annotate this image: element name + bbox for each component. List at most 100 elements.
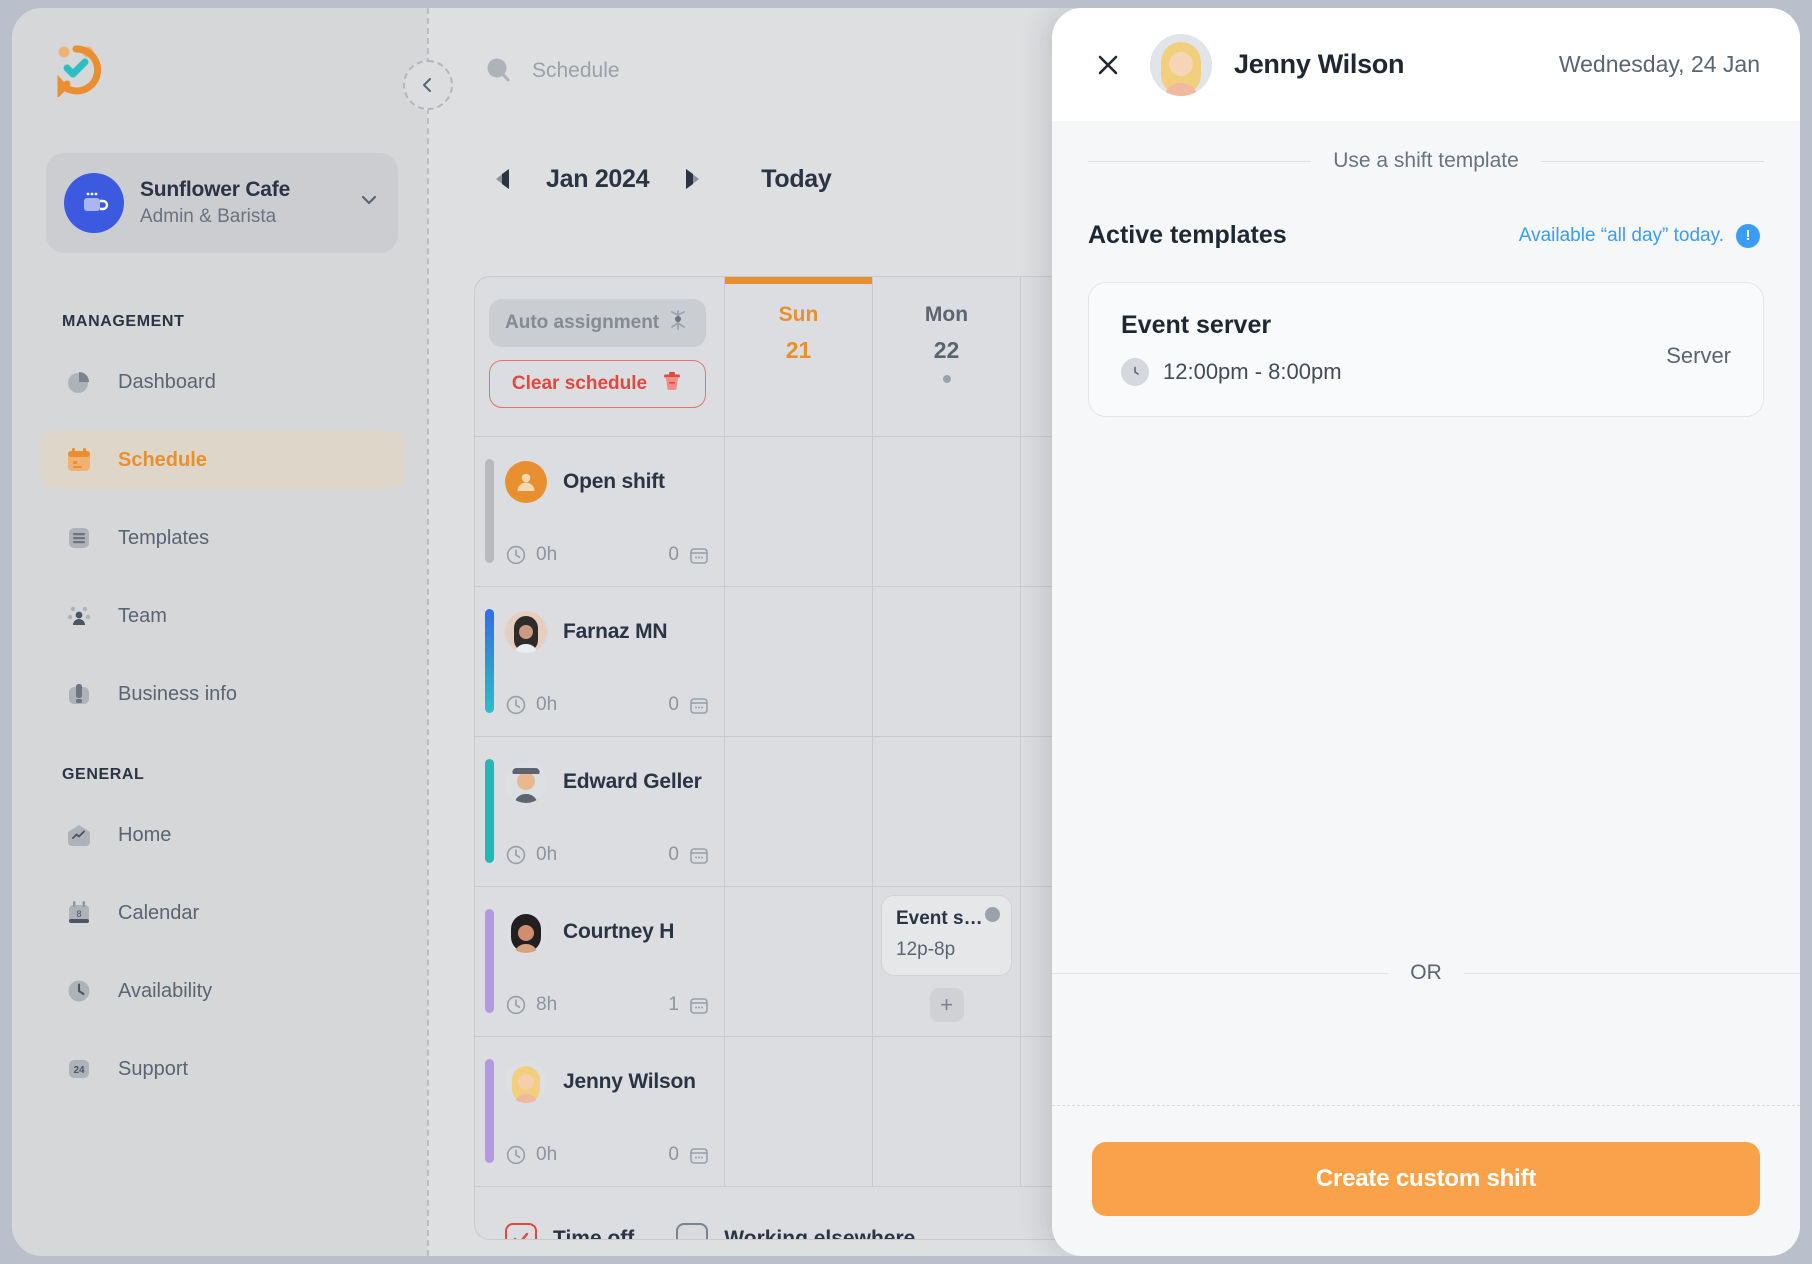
day-column-header-mon[interactable]: Mon 22 — [873, 277, 1021, 436]
sidebar-item-availability[interactable]: Availability — [40, 962, 405, 1020]
shifts-count: 0 — [668, 844, 679, 866]
search-input[interactable]: Schedule — [532, 59, 620, 83]
template-card-event-server[interactable]: Event server 12:00pm - 8:00pm Server — [1088, 282, 1764, 417]
collapse-sidebar-button[interactable] — [403, 60, 453, 110]
sidebar-item-calendar[interactable]: 8 Calendar — [40, 884, 405, 942]
sidebar-item-dashboard[interactable]: Dashboard — [40, 353, 405, 411]
org-name: Sunflower Cafe — [140, 178, 352, 202]
drawer-date: Wednesday, 24 Jan — [1559, 51, 1760, 78]
schedule-cell[interactable] — [873, 587, 1021, 736]
prev-month-button[interactable] — [482, 156, 528, 202]
availability-note-link[interactable]: Available “all day” today. ! — [1519, 224, 1760, 248]
current-month-label: Jan 2024 — [546, 165, 649, 194]
shifts-count: 0 — [668, 694, 679, 716]
row-color-bar — [485, 759, 494, 863]
day-status-dot — [943, 375, 951, 383]
sidebar-item-label: Templates — [118, 527, 209, 550]
schedule-cell[interactable] — [873, 437, 1021, 586]
search-bar[interactable]: Schedule — [482, 54, 620, 88]
hours-value: 0h — [536, 844, 557, 866]
clear-schedule-button[interactable]: Clear schedule — [489, 360, 706, 408]
schedule-cell[interactable]: Event s… 12p-8p + — [873, 887, 1021, 1036]
info-icon[interactable]: ! — [1736, 224, 1760, 248]
person-name: Edward Geller — [563, 770, 702, 794]
create-custom-shift-button[interactable]: Create custom shift — [1092, 1142, 1760, 1216]
app-window: Sunflower Cafe Admin & Barista MANAGEMEN… — [12, 8, 1800, 1256]
org-role: Admin & Barista — [140, 206, 352, 228]
avatar — [505, 911, 547, 953]
avatar — [505, 1061, 547, 1103]
calendar-icon — [688, 544, 710, 566]
row-person-courtney-h[interactable]: Courtney H 8h 1 — [475, 887, 725, 1036]
hours-value: 0h — [536, 1144, 557, 1166]
shifts-stat: 0 — [668, 844, 710, 866]
schedule-cell[interactable] — [725, 887, 873, 1036]
nav-section-title-general: GENERAL — [12, 766, 427, 784]
org-switcher[interactable]: Sunflower Cafe Admin & Barista — [46, 153, 398, 253]
day-number: 21 — [786, 337, 812, 364]
add-shift-button[interactable]: + — [930, 988, 964, 1022]
row-person-edward-geller[interactable]: Edward Geller 0h 0 — [475, 737, 725, 886]
row-person-farnaz-mn[interactable]: Farnaz MN 0h 0 — [475, 587, 725, 736]
sidebar-item-business-info[interactable]: Business info — [40, 665, 405, 723]
auto-assignment-button[interactable]: Auto assignment — [489, 299, 706, 347]
schedule-cell[interactable] — [725, 437, 873, 586]
sidebar-item-home[interactable]: Home — [40, 806, 405, 864]
hours-value: 0h — [536, 694, 557, 716]
calendar-day-icon: 8 — [62, 896, 96, 930]
shift-title: Event s… — [896, 908, 997, 930]
day-column-header-sun[interactable]: Sun 21 — [725, 277, 873, 436]
next-month-button[interactable] — [667, 156, 713, 202]
template-main: Event server 12:00pm - 8:00pm — [1121, 311, 1666, 386]
sidebar-item-team[interactable]: Team — [40, 587, 405, 645]
row-color-bar — [485, 1059, 494, 1163]
divider-line-right — [1541, 161, 1764, 162]
schedule-cell[interactable] — [725, 587, 873, 736]
person-name: Courtney H — [563, 920, 674, 944]
sidebar-item-templates[interactable]: Templates — [40, 509, 405, 567]
hours-stat: 8h — [505, 994, 557, 1016]
clock-icon — [1121, 358, 1149, 386]
template-role: Server — [1666, 343, 1731, 369]
shift-chip[interactable]: Event s… 12p-8p — [881, 895, 1012, 976]
availability-note-label: Available “all day” today. — [1519, 225, 1724, 247]
list-icon — [62, 521, 96, 555]
app-root: Sunflower Cafe Admin & Barista MANAGEMEN… — [0, 0, 1812, 1264]
row-color-bar — [485, 459, 494, 563]
close-icon[interactable] — [1088, 45, 1128, 85]
hours-stat: 0h — [505, 1144, 557, 1166]
day-name: Mon — [925, 303, 968, 327]
row-person-open-shift[interactable]: Open shift 0h 0 — [475, 437, 725, 586]
avatar — [505, 611, 547, 653]
today-button[interactable]: Today — [761, 165, 831, 194]
schedule-cell[interactable] — [873, 1037, 1021, 1186]
day-number: 22 — [934, 337, 960, 364]
person-header: Farnaz MN — [505, 611, 710, 653]
sidebar-item-schedule[interactable]: Schedule — [40, 431, 405, 489]
hours-stat: 0h — [505, 544, 557, 566]
divider-line-left — [1052, 973, 1388, 974]
support-24-icon: 24 — [62, 1052, 96, 1086]
row-person-jenny-wilson[interactable]: Jenny Wilson 0h 0 — [475, 1037, 725, 1186]
schedule-cell[interactable] — [725, 737, 873, 886]
person-header: Open shift — [505, 461, 710, 503]
legend-item-working-elsewhere: Working elsewhere — [676, 1223, 915, 1240]
chevron-down-icon[interactable] — [358, 189, 380, 217]
schedule-cell[interactable] — [725, 1037, 873, 1186]
sidebar-item-support[interactable]: 24 Support — [40, 1040, 405, 1098]
person-header: Jenny Wilson — [505, 1061, 710, 1103]
calendar-icon — [688, 1144, 710, 1166]
sidebar-item-label: Calendar — [118, 902, 199, 925]
person-name: Farnaz MN — [563, 620, 667, 644]
nav-section-title-management: MANAGEMENT — [12, 313, 427, 331]
schedule-cell[interactable] — [873, 737, 1021, 886]
shifts-stat: 0 — [668, 694, 710, 716]
person-stats: 0h 0 — [505, 844, 710, 866]
hours-value: 8h — [536, 994, 557, 1016]
sidebar-item-label: Home — [118, 824, 171, 847]
open-shift-icon — [505, 461, 547, 503]
shift-time: 12p-8p — [896, 939, 997, 961]
sidebar-item-label: Support — [118, 1058, 188, 1081]
calendar-icon — [688, 694, 710, 716]
legend-label: Working elsewhere — [724, 1227, 915, 1240]
